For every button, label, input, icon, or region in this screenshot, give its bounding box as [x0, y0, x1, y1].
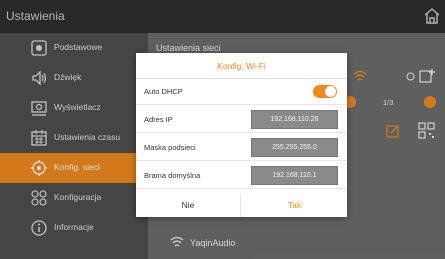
subnet-mask-row: Maska podsieci 255.255.255.0 — [136, 135, 347, 161]
toggle-knob — [325, 86, 336, 97]
gateway-field[interactable]: 192.168.110.1 — [251, 166, 338, 185]
ip-label: Adres IP — [144, 115, 173, 124]
dialog-title: Konfig. Wi-Fi — [136, 53, 347, 79]
auto-dhcp-label: Auto DHCP — [144, 87, 183, 96]
ip-field[interactable]: 192.168.110.26 — [251, 110, 338, 129]
auto-dhcp-toggle[interactable] — [313, 85, 337, 98]
wifi-config-dialog: Konfig. Wi-Fi Auto DHCP Adres IP 192.168… — [136, 53, 347, 217]
auto-dhcp-row: Auto DHCP — [136, 79, 347, 105]
gateway-label: Brama domyślna — [144, 171, 201, 180]
subnet-mask-label: Maska podsieci — [144, 143, 196, 152]
subnet-mask-field[interactable]: 255.255.255.0 — [251, 138, 338, 157]
ip-row: Adres IP 192.168.110.26 — [136, 107, 347, 133]
confirm-button[interactable]: Tak — [242, 193, 347, 217]
gateway-row: Brama domyślna 192.168.110.1 — [136, 163, 347, 189]
cancel-button[interactable]: Nie — [136, 193, 241, 217]
